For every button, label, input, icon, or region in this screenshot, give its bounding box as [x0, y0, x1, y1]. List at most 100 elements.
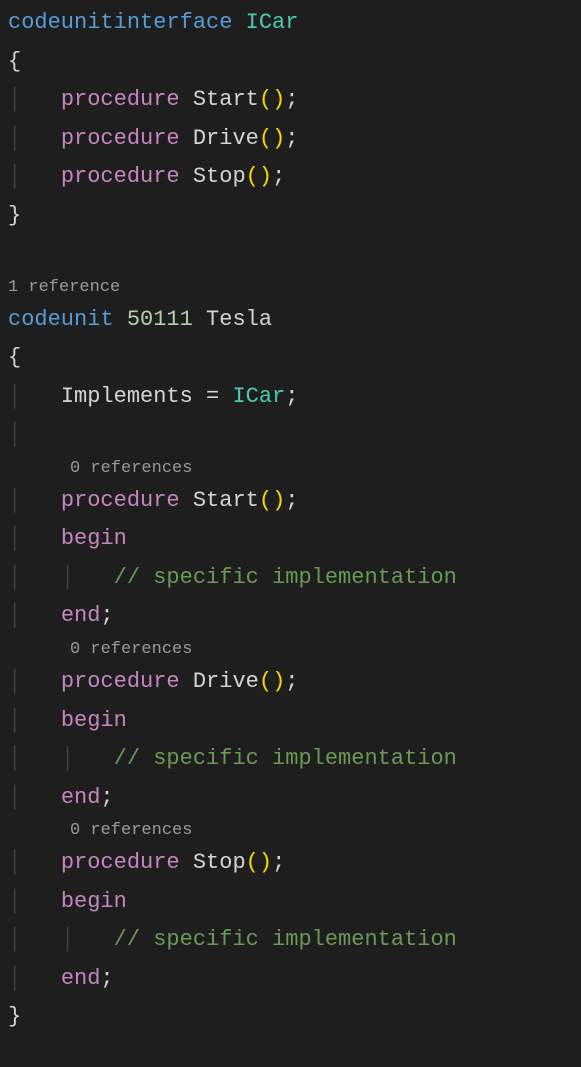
codeunit-name: Tesla [206, 307, 272, 332]
keyword-begin: begin [61, 708, 127, 733]
keyword-codeunit: codeunit [8, 307, 114, 332]
equals: = [206, 384, 219, 409]
code-line: │ end; [0, 779, 581, 818]
brace-close: } [8, 203, 21, 228]
semicolon: ; [272, 164, 285, 189]
code-line: │ Implements = ICar; [0, 378, 581, 417]
semicolon: ; [285, 384, 298, 409]
indent-guide: │ [8, 603, 21, 628]
brace-open: { [8, 49, 21, 74]
indent-guide: │ [8, 966, 21, 991]
comment: // specific implementation [114, 565, 457, 590]
code-line: │ procedure Drive(); [0, 120, 581, 159]
indent-guide: │ [8, 785, 21, 810]
keyword-interface: codeunitinterface [8, 10, 232, 35]
code-line: │ begin [0, 883, 581, 922]
indent-guide: │ [8, 488, 21, 513]
indent-guide: │ [8, 87, 21, 112]
keyword-procedure: procedure [61, 164, 180, 189]
semicolon: ; [272, 850, 285, 875]
paren-close: ) [259, 164, 272, 189]
proc-name: Start [193, 87, 259, 112]
blank-line [0, 235, 581, 274]
paren-open: ( [259, 126, 272, 151]
paren-close: ) [272, 669, 285, 694]
indent-guide: │ [8, 927, 21, 952]
code-line: │ end; [0, 960, 581, 999]
indent-guide: │ [8, 708, 21, 733]
proc-name: Stop [193, 164, 246, 189]
semicolon: ; [285, 87, 298, 112]
paren-open: ( [246, 164, 259, 189]
indent-guide: │ [8, 746, 21, 771]
semicolon: ; [100, 966, 113, 991]
code-line: │ end; [0, 597, 581, 636]
keyword-begin: begin [61, 526, 127, 551]
semicolon: ; [285, 126, 298, 151]
codelens-reference[interactable]: 0 references [0, 817, 581, 844]
code-line: │ │ // specific implementation [0, 559, 581, 598]
semicolon: ; [100, 785, 113, 810]
keyword-procedure: procedure [61, 126, 180, 151]
code-line: } [0, 197, 581, 236]
code-line: codeunitinterface ICar [0, 4, 581, 43]
comment: // specific implementation [114, 927, 457, 952]
keyword-procedure: procedure [61, 669, 180, 694]
code-line: │ │ // specific implementation [0, 921, 581, 960]
indent-guide: │ [8, 164, 21, 189]
indent-guide: │ [8, 384, 21, 409]
proc-name: Start [193, 488, 259, 513]
paren-close: ) [259, 850, 272, 875]
comment: // specific implementation [114, 746, 457, 771]
code-editor[interactable]: codeunitinterface ICar { │ procedure Sta… [0, 4, 581, 1037]
proc-name: Drive [193, 126, 259, 151]
code-line: │ │ // specific implementation [0, 740, 581, 779]
implements-type: ICar [232, 384, 285, 409]
code-line: { [0, 43, 581, 82]
indent-guide: │ [61, 746, 74, 771]
semicolon: ; [285, 669, 298, 694]
indent-guide: │ [8, 565, 21, 590]
code-line: │ begin [0, 520, 581, 559]
paren-open: ( [259, 488, 272, 513]
code-line: │ procedure Drive(); [0, 663, 581, 702]
keyword-end: end [61, 785, 101, 810]
paren-open: ( [259, 87, 272, 112]
codelens-reference[interactable]: 1 reference [0, 274, 581, 301]
codelens-reference[interactable]: 0 references [0, 636, 581, 663]
indent-guide: │ [61, 927, 74, 952]
keyword-begin: begin [61, 889, 127, 914]
code-line: codeunit 50111 Tesla [0, 301, 581, 340]
keyword-procedure: procedure [61, 488, 180, 513]
keyword-procedure: procedure [61, 87, 180, 112]
keyword-end: end [61, 966, 101, 991]
codelens-reference[interactable]: 0 references [0, 455, 581, 482]
keyword-procedure: procedure [61, 850, 180, 875]
semicolon: ; [285, 488, 298, 513]
semicolon: ; [100, 603, 113, 628]
codeunit-id: 50111 [127, 307, 193, 332]
code-line: │ procedure Stop(); [0, 158, 581, 197]
proc-name: Stop [193, 850, 246, 875]
keyword-end: end [61, 603, 101, 628]
indent-guide: │ [8, 422, 21, 447]
indent-guide: │ [8, 850, 21, 875]
type-name: ICar [246, 10, 299, 35]
blank-line: │ [0, 416, 581, 455]
indent-guide: │ [8, 526, 21, 551]
paren-close: ) [272, 488, 285, 513]
indent-guide: │ [61, 565, 74, 590]
code-line: │ procedure Start(); [0, 482, 581, 521]
code-line: │ procedure Start(); [0, 81, 581, 120]
indent-guide: │ [8, 126, 21, 151]
code-line: { [0, 339, 581, 378]
indent-guide: │ [8, 669, 21, 694]
code-line: │ procedure Stop(); [0, 844, 581, 883]
paren-open: ( [259, 669, 272, 694]
implements-keyword: Implements [61, 384, 193, 409]
indent-guide: │ [8, 889, 21, 914]
brace-open: { [8, 345, 21, 370]
brace-close: } [8, 1004, 21, 1029]
paren-close: ) [272, 126, 285, 151]
code-line: │ begin [0, 702, 581, 741]
